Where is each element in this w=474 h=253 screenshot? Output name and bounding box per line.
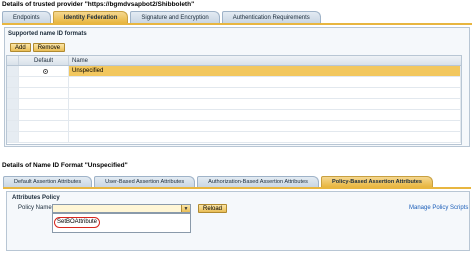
tab-underline: [2, 23, 472, 25]
row-selector-header[interactable]: [7, 56, 19, 65]
column-header-default[interactable]: Default: [19, 56, 69, 65]
details-tab-underline: [3, 187, 471, 189]
default-radio[interactable]: [42, 68, 48, 74]
name-id-toolbar: Add Remove: [10, 43, 66, 52]
empty-cell: [19, 121, 69, 131]
empty-cell: [19, 88, 69, 98]
column-header-name[interactable]: Name: [69, 56, 461, 65]
row-selector[interactable]: [7, 88, 19, 98]
tab-default-assertion-attributes[interactable]: Default Assertion Attributes: [3, 176, 93, 187]
row-selector[interactable]: [7, 132, 19, 142]
tab-authorization-based-assertion-attributes[interactable]: Authorization-Based Assertion Attributes: [197, 176, 319, 187]
name-id-formats-heading: Supported name ID formats: [8, 31, 87, 37]
empty-cell: [69, 110, 461, 120]
tab-signature-encryption[interactable]: Signature and Encryption: [130, 11, 220, 23]
policy-name-combobox[interactable]: ▼: [52, 204, 191, 213]
provider-title: Details of trusted provider "https://bgm…: [2, 1, 195, 8]
row-selector[interactable]: [7, 121, 19, 131]
table-row-empty: [7, 99, 461, 110]
row-selector[interactable]: [7, 99, 19, 109]
empty-cell: [19, 110, 69, 120]
attributes-policy-heading: Attributes Policy: [12, 195, 60, 201]
tab-identity-federation[interactable]: Identity Federation: [52, 11, 129, 23]
row-selector[interactable]: [7, 110, 19, 120]
table-header: Default Name: [7, 56, 461, 66]
policy-name-label: Policy Name:: [18, 205, 54, 211]
reload-button[interactable]: Reload: [198, 204, 228, 213]
row-selector[interactable]: [7, 77, 19, 87]
table-row-empty: [7, 77, 461, 88]
dropdown-option[interactable]: SetBOAttribute: [57, 219, 97, 225]
remove-button[interactable]: Remove: [32, 43, 66, 52]
table-row-empty: [7, 88, 461, 99]
tab-endpoints[interactable]: Endpoints: [2, 11, 51, 23]
empty-cell: [19, 77, 69, 87]
tab-user-based-assertion-attributes[interactable]: User-Based Assertion Attributes: [94, 176, 196, 187]
policy-name-value: [53, 205, 181, 212]
empty-cell: [69, 77, 461, 87]
empty-cell: [19, 99, 69, 109]
details-tabstrip: Default Assertion Attributes User-Based …: [3, 176, 435, 187]
name-id-formats-table: Default Name Unspecified: [6, 55, 462, 145]
empty-cell: [69, 88, 461, 98]
table-row-empty: [7, 121, 461, 132]
chevron-down-icon[interactable]: ▼: [181, 205, 190, 212]
empty-cell: [69, 99, 461, 109]
row-selector[interactable]: [7, 66, 19, 76]
name-cell[interactable]: Unspecified: [69, 66, 461, 76]
provider-tabstrip: Endpoints Identity Federation Signature …: [2, 11, 323, 23]
details-title: Details of Name ID Format "Unspecified": [2, 162, 128, 169]
table-row[interactable]: Unspecified: [7, 66, 461, 77]
empty-cell: [69, 121, 461, 131]
table-row-empty: [7, 110, 461, 121]
add-button[interactable]: Add: [10, 43, 31, 52]
empty-cell: [19, 132, 69, 142]
policy-dropdown-list: SetBOAttribute: [52, 213, 191, 233]
tab-policy-based-assertion-attributes[interactable]: Policy-Based Assertion Attributes: [320, 176, 434, 187]
default-cell: [19, 66, 69, 76]
tab-authentication-requirements[interactable]: Authentication Requirements: [221, 11, 321, 23]
table-row-empty: [7, 132, 461, 143]
empty-cell: [69, 132, 461, 142]
manage-policy-scripts-link[interactable]: Manage Policy Scripts: [409, 205, 468, 211]
